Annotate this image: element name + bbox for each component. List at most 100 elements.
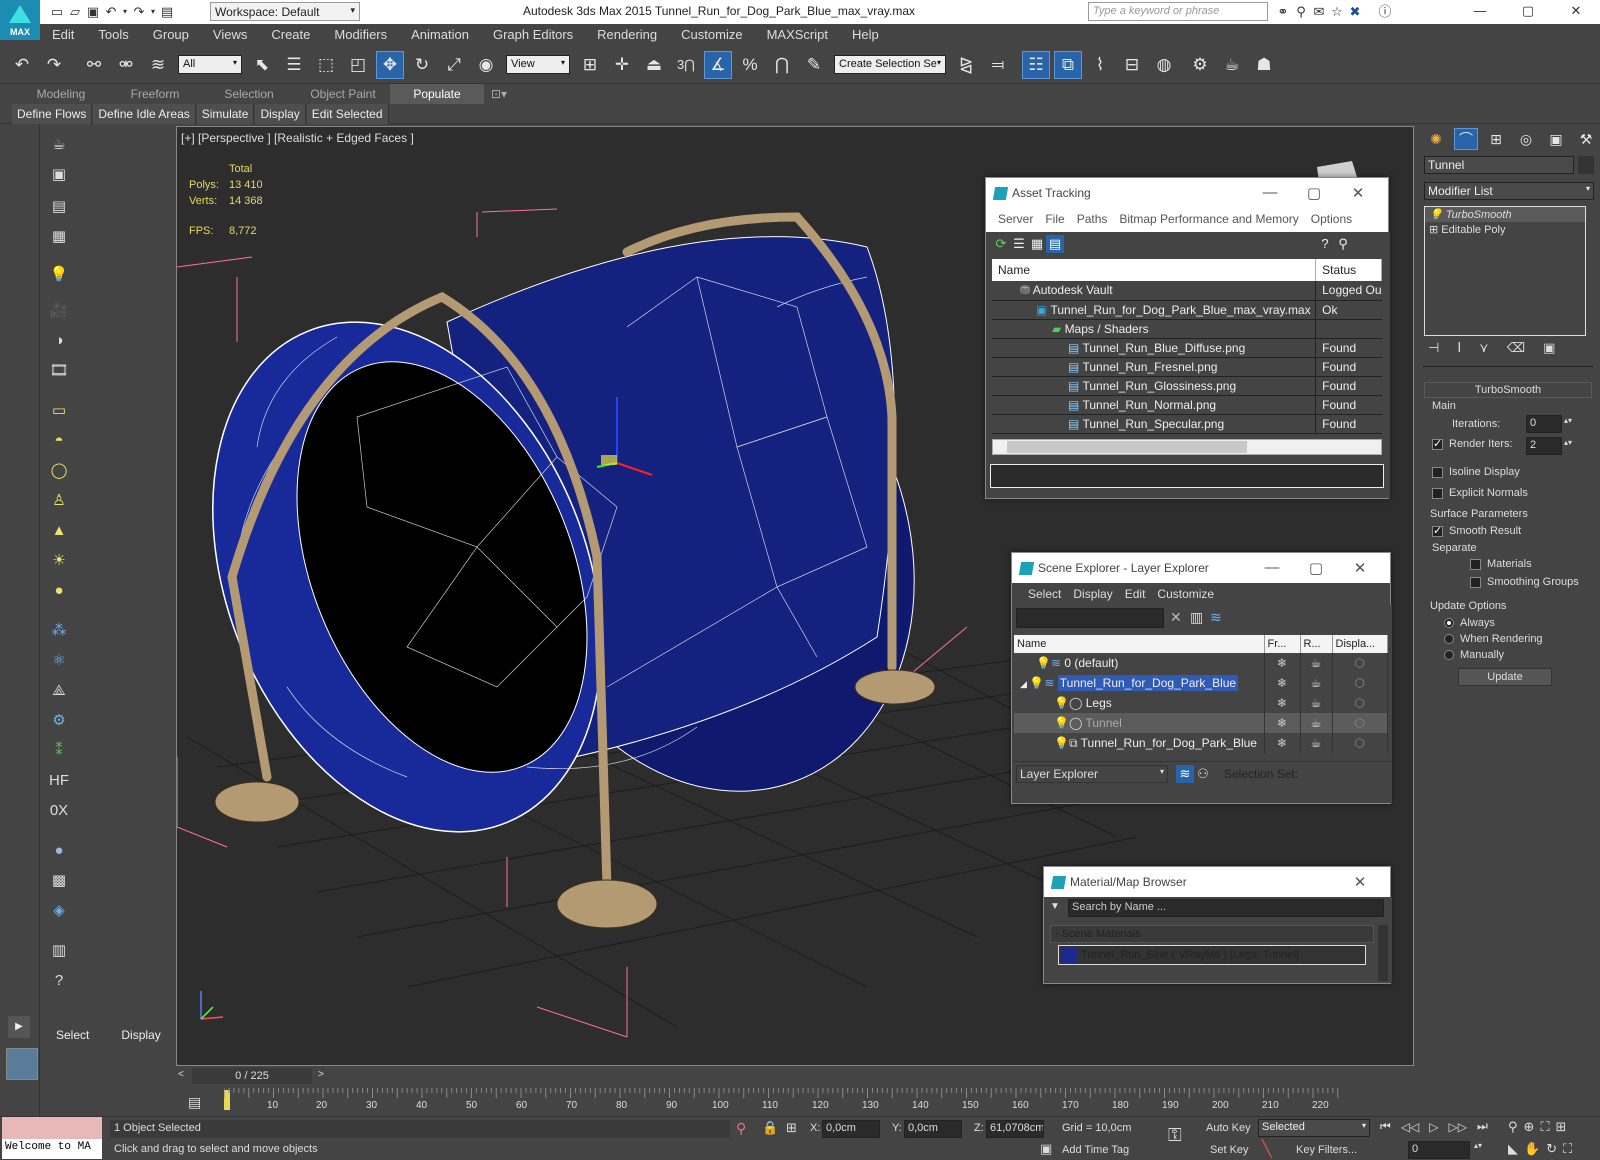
reference-coordinate-dropdown[interactable]: View ▾ — [506, 55, 570, 74]
table-row[interactable]: 💡⧉ Tunnel_Run_for_Dog_Park_Blue ❄ ☕ ⬡ — [1014, 733, 1388, 753]
maximize-icon[interactable]: ▢ — [1294, 559, 1338, 577]
scene-search-input[interactable] — [1016, 608, 1164, 628]
z-coordinate-input[interactable]: 61,0708cm — [986, 1120, 1044, 1138]
help-icon[interactable]: ⓘ — [1376, 3, 1394, 21]
menu-paths[interactable]: Paths — [1071, 212, 1114, 226]
light-bulb-icon[interactable]: 💡 — [1029, 676, 1044, 690]
previous-key-icon[interactable]: ◁◁ — [1401, 1120, 1419, 1134]
menu-modifiers[interactable]: Modifiers — [322, 24, 399, 46]
close-icon[interactable]: ✕ — [1552, 2, 1600, 20]
manually-radio[interactable] — [1444, 650, 1454, 661]
freeze-icon[interactable]: ❄ — [1264, 733, 1301, 753]
when-rendering-radio[interactable] — [1444, 634, 1454, 645]
teapot-icon[interactable]: ☕ — [1300, 733, 1333, 753]
viewport-label[interactable]: [+] [Perspective ] [Realistic + Edged Fa… — [181, 131, 414, 145]
column-status[interactable]: Status — [1315, 259, 1382, 281]
film-icon[interactable]: 🎞 — [48, 360, 70, 382]
exchange-icon[interactable]: ✖ — [1346, 3, 1364, 21]
close-icon[interactable]: ✕ — [1336, 184, 1380, 202]
time-slider-thumb[interactable]: 0 / 225 — [192, 1068, 312, 1084]
refresh-icon[interactable]: ⟳ — [992, 235, 1010, 253]
pin-stack-icon[interactable]: ⊣ — [1428, 340, 1439, 356]
binoculars-icon[interactable]: ⚭ — [1274, 3, 1292, 21]
teapot-icon[interactable]: ☕ — [1300, 673, 1333, 693]
remove-modifier-icon[interactable]: ⌫ — [1507, 340, 1525, 356]
freeze-icon[interactable]: ❄ — [1264, 713, 1301, 733]
glossy-sphere-icon[interactable]: ● — [48, 840, 70, 862]
auto-key-button[interactable]: Auto Key — [1206, 1122, 1251, 1134]
align-icon[interactable]: ⫤ — [984, 51, 1012, 79]
table-row[interactable]: ▰ Maps / Shaders — [992, 319, 1382, 339]
object-color-swatch[interactable] — [1578, 156, 1594, 174]
list-view-icon[interactable]: ☰ — [1010, 235, 1028, 253]
menu-edit[interactable]: Edit — [40, 24, 86, 46]
minimize-icon[interactable]: — — [1250, 559, 1294, 577]
explicit-normals-checkbox[interactable] — [1432, 487, 1443, 499]
curve-editor-icon[interactable]: ⌇ — [1086, 51, 1114, 79]
table-row[interactable]: 💡◯ Tunnel ❄ ☕ ⬡ — [1014, 713, 1388, 733]
tab-selection[interactable]: Selection — [202, 84, 296, 104]
utilities-tab-icon[interactable]: ⚒ — [1574, 128, 1598, 150]
zoom-extents-icon[interactable]: ⛶ — [1540, 1119, 1549, 1135]
motion-tab-icon[interactable]: ◎ — [1514, 128, 1538, 150]
minimize-icon[interactable]: — — [1248, 184, 1292, 202]
explorer-mode-dropdown[interactable]: Layer Explorer ▾ — [1016, 764, 1168, 783]
new-file-icon[interactable]: ▭ — [48, 3, 66, 21]
display-box-icon[interactable]: ⬡ — [1332, 713, 1388, 733]
key-mode-dropdown[interactable]: Selected ▾ — [1258, 1119, 1370, 1137]
table-row[interactable]: ▤ Tunnel_Run_Blue_Diffuse.png Found — [992, 338, 1382, 358]
menu-group[interactable]: Group — [141, 24, 201, 46]
spinner-snap-icon[interactable]: ⋂ — [768, 51, 796, 79]
open-file-icon[interactable]: ▱ — [66, 3, 84, 21]
isoline-display-row[interactable]: Isoline Display — [1432, 466, 1520, 478]
maxscript-output[interactable]: Welcome to MA — [2, 1139, 102, 1159]
select-and-scale-icon[interactable]: ⤢ — [440, 51, 468, 79]
layer-tools-icon[interactable]: ≋ — [1210, 609, 1222, 626]
tab-populate[interactable]: Populate — [390, 84, 484, 104]
angle-snap-icon[interactable]: ∡ — [704, 50, 732, 79]
light-bulb-icon[interactable]: 💡 — [1054, 696, 1069, 710]
smooth-result-checkbox[interactable] — [1432, 524, 1443, 537]
column-render[interactable]: R... — [1300, 635, 1333, 653]
zoom-extents-all-icon[interactable]: ⊞ — [1556, 1119, 1567, 1135]
update-button[interactable]: Update — [1458, 668, 1552, 686]
bind-space-warp-icon[interactable]: ≋ — [144, 51, 172, 79]
maximize-viewport-icon[interactable]: ⛶ — [1563, 1141, 1572, 1157]
track-bar[interactable]: ▤ 10 20 30 40 50 60 70 80 90 100 110 120… — [176, 1088, 1600, 1116]
isoline-checkbox[interactable] — [1432, 466, 1443, 478]
undo-dropdown-icon[interactable]: ▾ — [120, 3, 130, 21]
material-editor-icon[interactable]: ◍ — [1150, 51, 1178, 79]
column-name[interactable]: Name — [992, 259, 1317, 281]
sphere-icon[interactable]: ● — [48, 580, 70, 602]
curve-editor-mini-icon[interactable]: ▤ — [188, 1094, 201, 1111]
pivot-center-icon[interactable]: ⊞ — [576, 51, 604, 79]
smoothing-groups-checkbox[interactable] — [1470, 576, 1481, 588]
expand-triangle-icon[interactable]: ◢ — [1020, 679, 1029, 689]
light-bulb-icon[interactable]: 💡 — [1054, 716, 1069, 730]
next-frame-icon[interactable]: > — [318, 1069, 324, 1080]
clear-search-icon[interactable]: ✕ — [1170, 609, 1182, 626]
display-box-icon[interactable]: ⬡ — [1332, 693, 1388, 713]
stack-item-turbosmooth[interactable]: 💡 TurboSmooth — [1425, 207, 1585, 222]
hair-fur-icon[interactable]: HF — [48, 770, 70, 792]
molecule-icon[interactable]: ⚛ — [48, 650, 70, 672]
rectangular-selection-icon[interactable]: ⬚ — [312, 51, 340, 79]
render-setup-icon[interactable]: ⚙ — [1186, 51, 1214, 79]
plane-icon[interactable]: ▭ — [48, 400, 70, 422]
display-box-icon[interactable]: ⬡ — [1332, 673, 1388, 693]
cone-icon[interactable]: ▲ — [48, 520, 70, 542]
tab-freeform[interactable]: Freeform — [108, 84, 202, 104]
set-key-button[interactable]: Set Key — [1210, 1144, 1249, 1156]
grid-table-icon[interactable]: ▦ — [48, 226, 70, 248]
rendered-frame-window-icon[interactable]: ☕ — [1218, 51, 1246, 79]
save-icon[interactable]: ▣ — [84, 3, 102, 21]
favorites-star-icon[interactable]: ☆ — [1328, 3, 1346, 21]
table-row[interactable]: 💡◯ Legs ❄ ☕ ⬡ — [1014, 693, 1388, 713]
table-row[interactable]: ⛃ Autodesk Vault Logged Ou — [992, 281, 1382, 301]
iterations-input[interactable]: 0 — [1526, 415, 1562, 433]
material-browser-titlebar[interactable]: Material/Map Browser ✕ — [1044, 867, 1390, 897]
browser-options-icon[interactable]: ▼ — [1050, 901, 1060, 912]
maximize-icon[interactable]: ▢ — [1504, 2, 1552, 20]
menu-help[interactable]: Help — [840, 24, 891, 46]
tab-modeling[interactable]: Modeling — [14, 84, 108, 104]
